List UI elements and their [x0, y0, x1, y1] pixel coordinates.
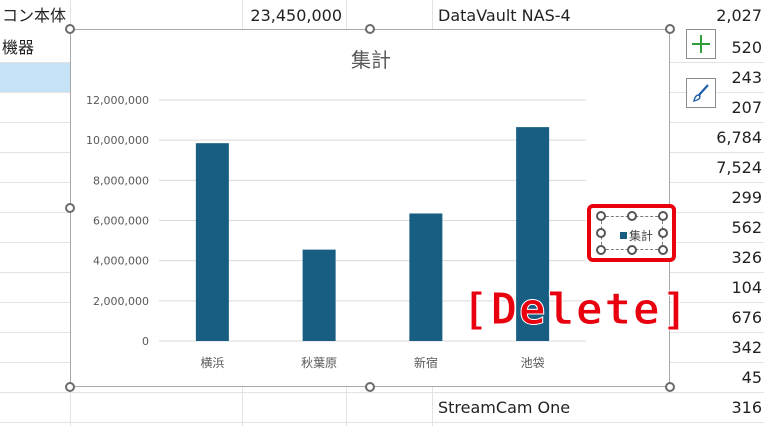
y-tick-label: 0	[142, 335, 149, 348]
y-tick-label: 8,000,000	[93, 174, 149, 187]
cell-d14[interactable]: 316	[690, 398, 762, 418]
resize-handle-bm[interactable]	[365, 382, 375, 392]
legend-handle-tr[interactable]	[658, 211, 668, 221]
chart-elements-button[interactable]	[686, 29, 716, 59]
bar-横浜[interactable]	[195, 143, 229, 341]
cell-d10[interactable]: 104	[690, 278, 762, 298]
legend-handle-mr[interactable]	[658, 228, 668, 238]
chart-styles-button[interactable]	[686, 78, 716, 108]
cell-a2[interactable]: 機器	[2, 38, 34, 58]
cell-d7[interactable]: 299	[690, 188, 762, 208]
y-tick-label: 12,000,000	[86, 94, 149, 107]
cell-b1[interactable]: 23,450,000	[242, 6, 342, 26]
y-tick-label: 2,000,000	[93, 295, 149, 308]
plus-icon	[692, 35, 710, 53]
x-tick-label: 新宿	[414, 355, 438, 370]
resize-handle-bl[interactable]	[65, 382, 75, 392]
resize-handle-tr[interactable]	[665, 24, 675, 34]
legend-handle-br[interactable]	[658, 245, 668, 255]
x-tick-label: 池袋	[521, 356, 545, 370]
legend-swatch	[620, 232, 627, 239]
legend-entry: 集計	[620, 227, 653, 244]
cell-d13[interactable]: 45	[690, 368, 762, 388]
x-tick-label: 横浜	[200, 356, 224, 370]
resize-handle-tm[interactable]	[365, 24, 375, 34]
resize-handle-br[interactable]	[665, 382, 675, 392]
legend-handle-bl[interactable]	[596, 245, 606, 255]
selected-cell[interactable]	[0, 62, 70, 92]
cell-c14[interactable]: StreamCam One	[438, 398, 570, 418]
legend-handle-tm[interactable]	[627, 211, 637, 221]
paintbrush-icon	[693, 84, 709, 102]
bar-秋葉原[interactable]	[302, 249, 336, 341]
cell-d5[interactable]: 6,784	[690, 128, 762, 148]
cell-d8[interactable]: 562	[690, 218, 762, 238]
legend-handle-tl[interactable]	[596, 211, 606, 221]
cell-a1[interactable]: コン本体	[2, 6, 66, 26]
legend-handle-bm[interactable]	[627, 245, 637, 255]
y-tick-label: 10,000,000	[86, 134, 149, 147]
x-tick-label: 秋葉原	[301, 356, 337, 370]
legend-handle-ml[interactable]	[596, 228, 606, 238]
y-tick-label: 4,000,000	[93, 255, 149, 268]
legend-label: 集計	[629, 229, 654, 243]
cell-d6[interactable]: 7,524	[690, 158, 762, 178]
resize-handle-ml[interactable]	[65, 203, 75, 213]
resize-handle-tl[interactable]	[65, 24, 75, 34]
cell-d12[interactable]: 342	[690, 338, 762, 358]
selected-legend-highlight[interactable]: 集計	[587, 204, 676, 262]
delete-key-annotation: [Delete]	[462, 284, 690, 336]
y-tick-label: 6,000,000	[93, 215, 149, 228]
cell-d9[interactable]: 326	[690, 248, 762, 268]
bar-新宿[interactable]	[409, 213, 443, 341]
chart-title[interactable]: 集計	[351, 48, 391, 72]
cell-d11[interactable]: 676	[690, 308, 762, 328]
cell-c1[interactable]: DataVault NAS-4	[438, 6, 571, 26]
cell-d1[interactable]: 2,027	[690, 6, 762, 26]
